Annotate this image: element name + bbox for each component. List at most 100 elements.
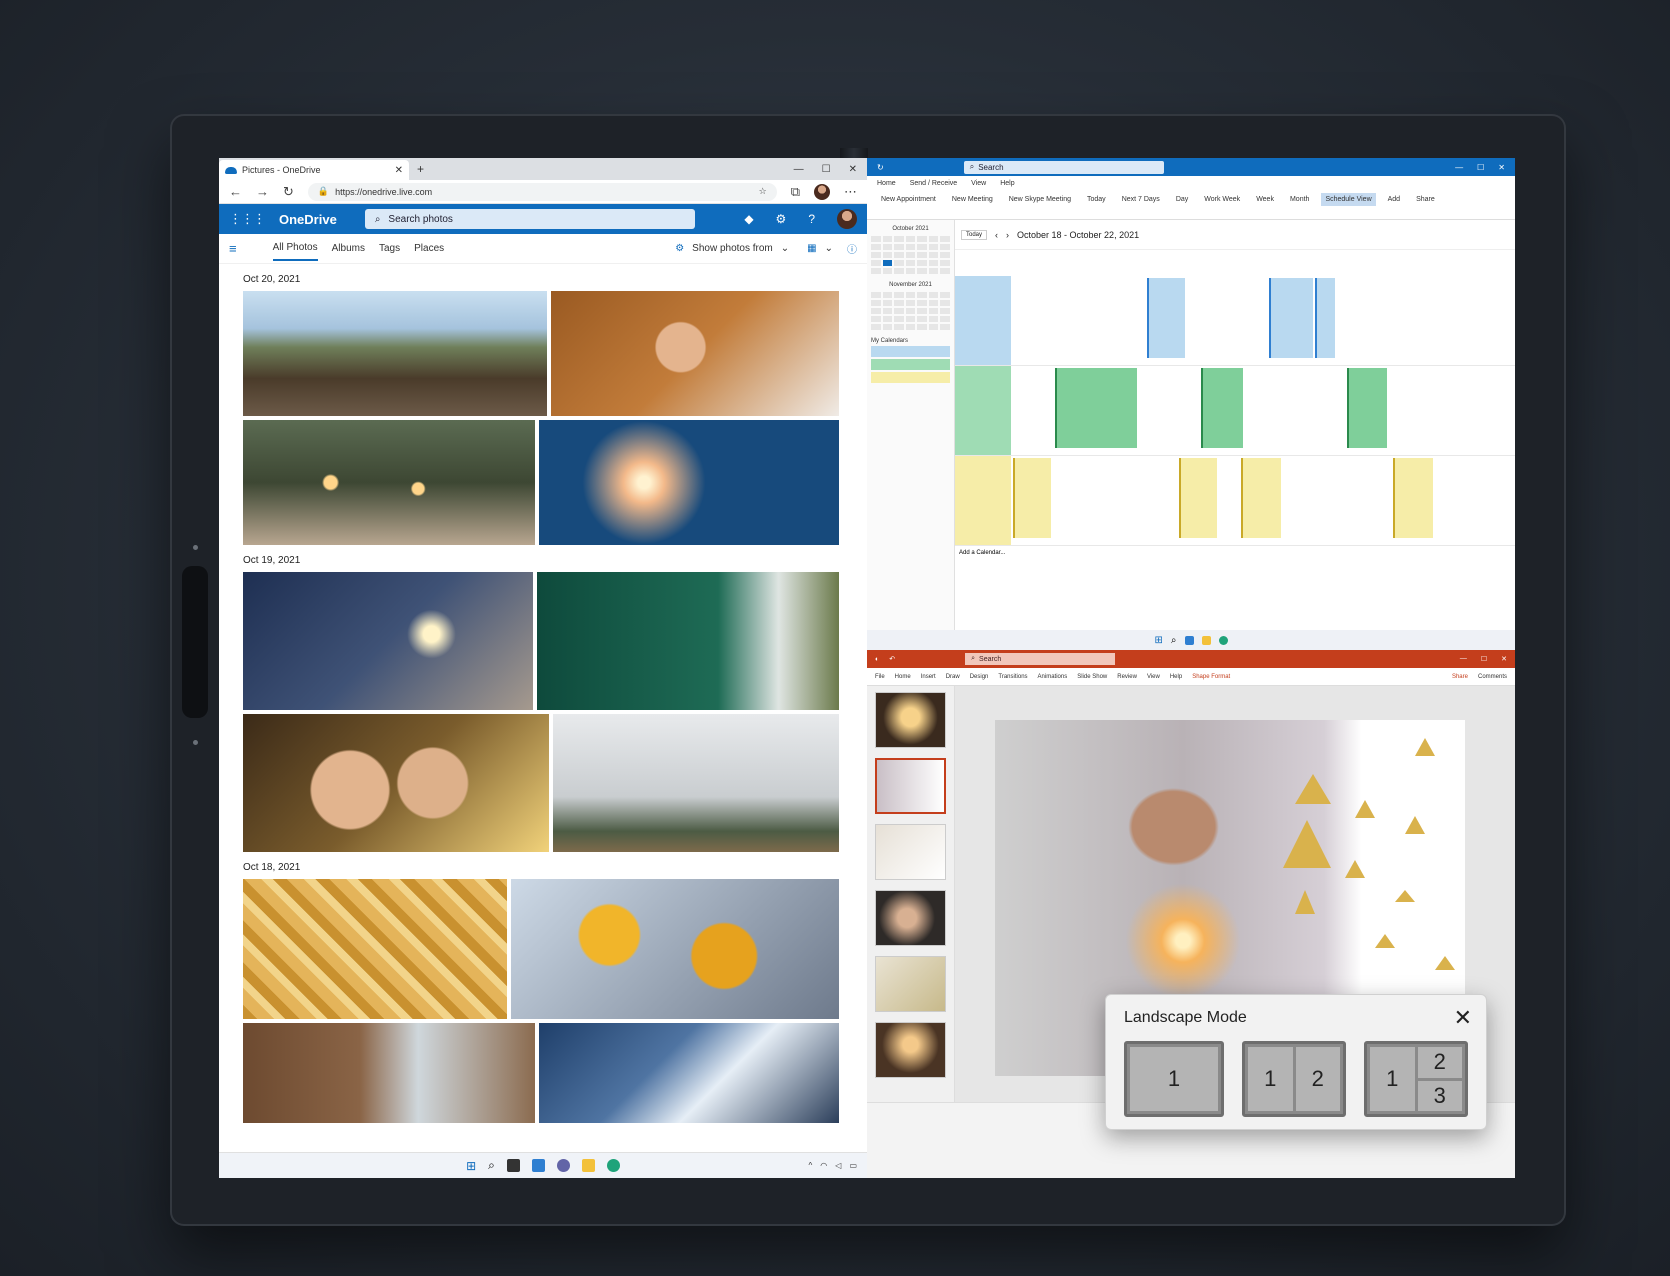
account-avatar[interactable] bbox=[837, 209, 857, 229]
url-field[interactable]: 🔒 https://onedrive.live.com ☆ bbox=[307, 182, 777, 201]
battery-icon[interactable]: ▭ bbox=[849, 1161, 857, 1170]
gear-icon[interactable]: ⚙ bbox=[776, 212, 787, 226]
chat-icon[interactable] bbox=[556, 1159, 570, 1172]
month-view-button[interactable]: Month bbox=[1286, 193, 1313, 206]
tab-tags[interactable]: Tags bbox=[379, 237, 400, 260]
slide-thumbnail[interactable] bbox=[875, 1022, 946, 1078]
autosave-toggle-icon[interactable]: ◐ bbox=[875, 656, 879, 663]
file-explorer-icon[interactable] bbox=[1201, 635, 1211, 645]
mini-calendar[interactable] bbox=[871, 292, 950, 330]
back-icon[interactable]: ← bbox=[229, 184, 242, 199]
search-icon[interactable]: ⌕ bbox=[488, 1158, 495, 1173]
ribbon-tab[interactable]: View bbox=[971, 180, 986, 187]
photo-tile[interactable] bbox=[537, 572, 839, 710]
hamburger-icon[interactable]: ≡ bbox=[229, 241, 237, 256]
widgets-icon[interactable] bbox=[1184, 635, 1194, 645]
chevron-up-icon[interactable]: ^ bbox=[809, 1161, 813, 1170]
edge-icon[interactable] bbox=[1218, 635, 1228, 645]
browser-tab[interactable]: Pictures - OneDrive ✕ bbox=[219, 160, 409, 180]
today-button[interactable]: Today bbox=[1083, 193, 1110, 206]
calendar-list-item[interactable] bbox=[871, 372, 950, 383]
calendar-event[interactable] bbox=[1055, 368, 1137, 448]
new-meeting-button[interactable]: New Meeting bbox=[948, 193, 997, 206]
premium-diamond-icon[interactable]: ◆ bbox=[744, 212, 753, 226]
maximize-icon[interactable]: ☐ bbox=[1477, 163, 1484, 172]
share-button[interactable]: Share bbox=[1452, 674, 1468, 680]
search-input[interactable]: ⌕ Search photos bbox=[364, 209, 695, 229]
task-view-icon[interactable] bbox=[506, 1159, 520, 1172]
work-week-button[interactable]: Work Week bbox=[1200, 193, 1244, 206]
photo-tile[interactable] bbox=[243, 879, 507, 1019]
calendar-list-item[interactable] bbox=[871, 359, 950, 370]
close-icon[interactable]: ✕ bbox=[1501, 655, 1507, 663]
outlook-search-input[interactable]: ⌕ Search bbox=[963, 160, 1164, 174]
layout-option-three-pane[interactable]: 1 2 3 bbox=[1364, 1041, 1468, 1117]
ribbon-tab[interactable]: Help bbox=[1170, 674, 1182, 680]
slide-thumbnail[interactable] bbox=[875, 758, 946, 814]
add-calendar-link[interactable]: Add a Calendar... bbox=[955, 546, 1515, 560]
avatar[interactable] bbox=[814, 183, 830, 200]
photo-tile[interactable] bbox=[243, 714, 549, 852]
widgets-icon[interactable] bbox=[531, 1159, 545, 1172]
minimize-icon[interactable]: — bbox=[1460, 655, 1467, 663]
tab-places[interactable]: Places bbox=[414, 237, 444, 260]
close-icon[interactable]: ✕ bbox=[1498, 163, 1505, 172]
schedule-view-button[interactable]: Schedule View bbox=[1321, 193, 1376, 206]
calendar-event[interactable] bbox=[1147, 278, 1185, 358]
help-icon[interactable]: ? bbox=[808, 212, 815, 226]
view-layout-icon[interactable]: ▦ bbox=[807, 243, 816, 254]
photo-tile[interactable] bbox=[243, 420, 535, 545]
chevron-down-icon[interactable]: ⌄ bbox=[825, 243, 833, 254]
tab-all-photos[interactable]: All Photos bbox=[272, 236, 318, 261]
ribbon-tab[interactable]: Draw bbox=[946, 674, 960, 680]
comments-button[interactable]: Comments bbox=[1478, 674, 1507, 680]
volume-icon[interactable]: ◁ bbox=[835, 1161, 841, 1170]
minimize-icon[interactable]: — bbox=[794, 164, 804, 175]
photo-tile[interactable] bbox=[511, 879, 839, 1019]
show-photos-from[interactable]: ⚙ Show photos from ⌄ ▦ ⌄ ⓘ bbox=[675, 241, 857, 256]
ribbon-tab[interactable]: Home bbox=[895, 674, 911, 680]
collections-icon[interactable]: ⧉ bbox=[791, 184, 800, 200]
calendar-event[interactable] bbox=[1347, 368, 1387, 448]
search-icon[interactable]: ⌕ bbox=[1171, 635, 1177, 646]
photo-tile[interactable] bbox=[243, 291, 547, 416]
onedrive-brand[interactable]: OneDrive bbox=[279, 212, 337, 227]
week-view-button[interactable]: Week bbox=[1252, 193, 1278, 206]
ribbon-tab[interactable]: Home bbox=[877, 180, 896, 187]
wifi-icon[interactable]: ◠ bbox=[820, 1161, 827, 1170]
layout-option-two-column[interactable]: 1 2 bbox=[1242, 1041, 1346, 1117]
calendar-event[interactable] bbox=[1241, 458, 1281, 538]
photo-tile[interactable] bbox=[553, 714, 839, 852]
powerpoint-search-input[interactable]: ⌕ Search bbox=[965, 653, 1116, 665]
layout-option-single[interactable]: 1 bbox=[1124, 1041, 1224, 1117]
mini-calendar[interactable] bbox=[871, 236, 950, 274]
calendar-event[interactable] bbox=[1013, 458, 1051, 538]
photo-tile[interactable] bbox=[539, 420, 839, 545]
refresh-icon[interactable]: ↻ bbox=[877, 163, 884, 172]
close-icon[interactable]: ✕ bbox=[849, 164, 857, 175]
app-launcher-icon[interactable]: ⋮⋮⋮ bbox=[229, 211, 266, 227]
photo-tile[interactable] bbox=[243, 1023, 535, 1123]
close-icon[interactable]: ✕ bbox=[1454, 1005, 1472, 1031]
photo-tile[interactable] bbox=[243, 572, 533, 710]
new-appointment-button[interactable]: New Appointment bbox=[877, 193, 940, 206]
ribbon-tab[interactable]: Help bbox=[1000, 180, 1014, 187]
tab-albums[interactable]: Albums bbox=[332, 237, 365, 260]
info-icon[interactable]: ⓘ bbox=[847, 241, 857, 256]
calendar-list-item[interactable] bbox=[871, 346, 950, 357]
new-skype-meeting-button[interactable]: New Skype Meeting bbox=[1005, 193, 1075, 206]
chevron-right-icon[interactable]: › bbox=[1006, 230, 1009, 240]
undo-icon[interactable]: ↶ bbox=[889, 655, 895, 663]
slide-thumbnail[interactable] bbox=[875, 824, 946, 880]
ribbon-tab[interactable]: Slide Show bbox=[1077, 674, 1107, 680]
slide-thumbnail[interactable] bbox=[875, 692, 946, 748]
new-tab-icon[interactable]: + bbox=[417, 162, 424, 176]
ribbon-tab[interactable]: Insert bbox=[921, 674, 936, 680]
slide-thumbnail[interactable] bbox=[875, 956, 946, 1012]
tab-close-icon[interactable]: ✕ bbox=[395, 165, 403, 176]
calendar-event[interactable] bbox=[1201, 368, 1243, 448]
my-calendars-heading[interactable]: My Calendars bbox=[871, 338, 950, 344]
forward-icon[interactable]: → bbox=[256, 184, 269, 199]
next-7-days-button[interactable]: Next 7 Days bbox=[1118, 193, 1164, 206]
calendar-event[interactable] bbox=[1315, 278, 1335, 358]
